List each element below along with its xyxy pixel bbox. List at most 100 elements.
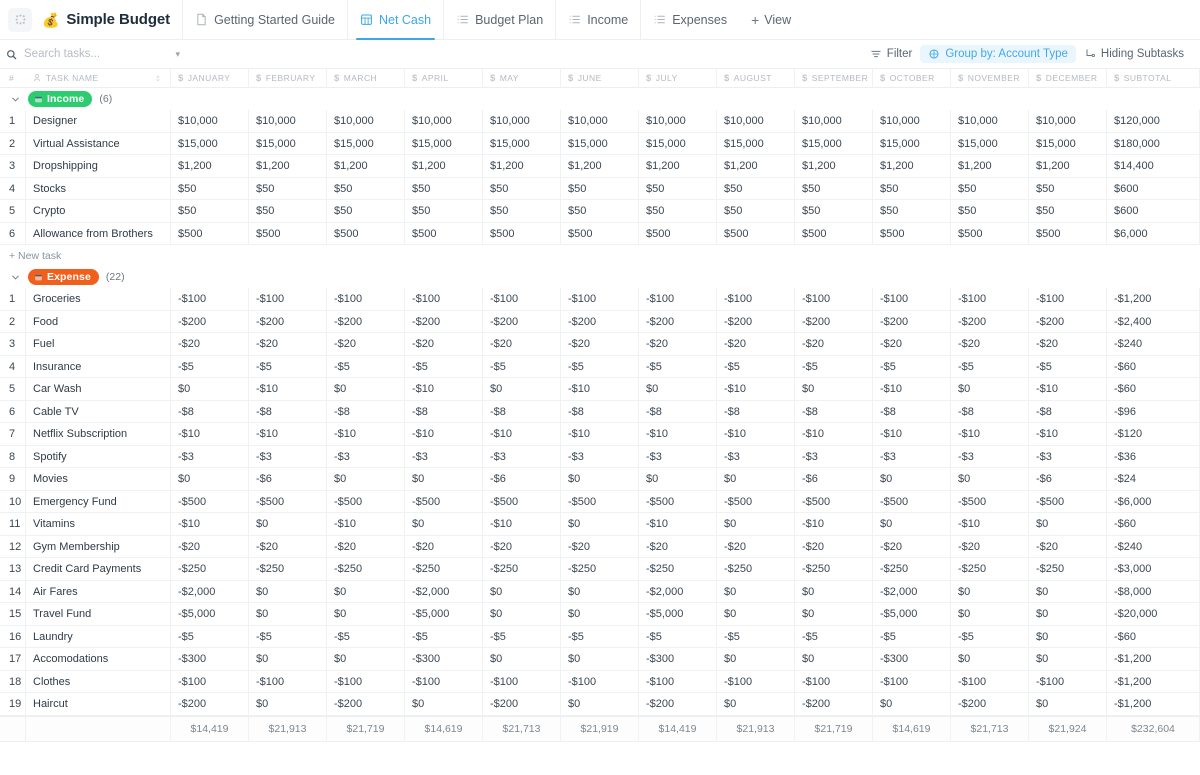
month-cell-april[interactable]: -$5,000 [405, 603, 483, 626]
month-cell-june[interactable]: -$3 [561, 445, 639, 468]
month-cell-may[interactable]: -$100 [483, 670, 561, 693]
month-cell-september[interactable]: -$200 [795, 310, 873, 333]
task-name-cell[interactable]: Stocks [25, 177, 171, 200]
month-cell-september[interactable]: -$6 [795, 468, 873, 491]
subtotal-cell[interactable]: -$120 [1107, 423, 1200, 446]
month-cell-may[interactable]: -$3 [483, 445, 561, 468]
month-cell-june[interactable]: $50 [561, 177, 639, 200]
month-cell-august[interactable]: $10,000 [717, 110, 795, 133]
month-cell-january[interactable]: -$500 [171, 490, 249, 513]
subtotal-cell[interactable]: $600 [1107, 177, 1200, 200]
total-july[interactable]: $14,419 [639, 716, 717, 742]
month-cell-june[interactable]: -$10 [561, 423, 639, 446]
month-cell-september[interactable]: -$5 [795, 355, 873, 378]
month-cell-october[interactable]: $1,200 [873, 155, 951, 178]
month-cell-may[interactable]: -$200 [483, 310, 561, 333]
task-name-cell[interactable]: Insurance [25, 355, 171, 378]
total-january[interactable]: $14,419 [171, 716, 249, 742]
table-row[interactable]: 1 Groceries -$100 -$100 -$100 -$100 -$100 -$100… [0, 288, 1200, 311]
month-cell-august[interactable]: -$100 [717, 670, 795, 693]
task-name-cell[interactable]: Virtual Assistance [25, 132, 171, 155]
month-cell-october[interactable]: $0 [873, 513, 951, 536]
task-name-cell[interactable]: Fuel [25, 333, 171, 356]
month-cell-may[interactable]: -$100 [483, 288, 561, 311]
month-cell-november[interactable]: -$500 [951, 490, 1029, 513]
month-cell-october[interactable]: -$20 [873, 535, 951, 558]
month-cell-november[interactable]: $10,000 [951, 110, 1029, 133]
column-header-december[interactable]: $ DECEMBER [1029, 68, 1107, 88]
total-august[interactable]: $21,913 [717, 716, 795, 742]
month-cell-july[interactable]: -$3 [639, 445, 717, 468]
month-cell-march[interactable]: -$8 [327, 400, 405, 423]
month-cell-july[interactable]: -$300 [639, 648, 717, 671]
month-cell-november[interactable]: -$20 [951, 333, 1029, 356]
hiding-subtasks-button[interactable]: Hiding Subtasks [1076, 45, 1192, 63]
month-cell-october[interactable]: -$10 [873, 423, 951, 446]
month-cell-march[interactable]: -$3 [327, 445, 405, 468]
month-cell-november[interactable]: $1,200 [951, 155, 1029, 178]
table-row[interactable]: 6 Allowance from Brothers $500 $500 $500 $500… [0, 222, 1200, 245]
total-december[interactable]: $21,924 [1029, 716, 1107, 742]
month-cell-july[interactable]: -$5 [639, 625, 717, 648]
task-name-cell[interactable]: Designer [25, 110, 171, 133]
month-cell-august[interactable]: -$200 [717, 310, 795, 333]
month-cell-november[interactable]: $0 [951, 648, 1029, 671]
month-cell-november[interactable]: -$100 [951, 670, 1029, 693]
table-row[interactable]: 7 Netflix Subscription -$10 -$10 -$10 -$10 -$1… [0, 423, 1200, 446]
add-view-button[interactable]: + View [739, 0, 803, 40]
month-cell-september[interactable]: $50 [795, 177, 873, 200]
month-cell-october[interactable]: -$250 [873, 558, 951, 581]
month-cell-january[interactable]: -$200 [171, 693, 249, 716]
month-cell-march[interactable]: $50 [327, 177, 405, 200]
month-cell-september[interactable]: -$5 [795, 625, 873, 648]
month-cell-may[interactable]: -$200 [483, 693, 561, 716]
task-name-cell[interactable]: Netflix Subscription [25, 423, 171, 446]
month-cell-september[interactable]: -$20 [795, 333, 873, 356]
month-cell-march[interactable]: -$100 [327, 288, 405, 311]
total-june[interactable]: $21,919 [561, 716, 639, 742]
task-name-cell[interactable]: Dropshipping [25, 155, 171, 178]
subtotal-cell[interactable]: $180,000 [1107, 132, 1200, 155]
month-cell-february[interactable]: -$5 [249, 625, 327, 648]
month-cell-june[interactable]: -$5 [561, 625, 639, 648]
month-cell-august[interactable]: -$250 [717, 558, 795, 581]
month-cell-may[interactable]: $50 [483, 177, 561, 200]
month-cell-march[interactable]: $0 [327, 648, 405, 671]
table-row[interactable]: 17 Accomodations -$300 $0 $0 -$300 $0 $0 -$300 $0… [0, 648, 1200, 671]
month-cell-september[interactable]: $10,000 [795, 110, 873, 133]
month-cell-august[interactable]: $50 [717, 177, 795, 200]
month-cell-april[interactable]: -$100 [405, 670, 483, 693]
month-cell-december[interactable]: -$20 [1029, 333, 1107, 356]
month-cell-march[interactable]: -$500 [327, 490, 405, 513]
month-cell-january[interactable]: -$200 [171, 310, 249, 333]
month-cell-july[interactable]: -$500 [639, 490, 717, 513]
column-header-february[interactable]: $ FEBRUARY [249, 68, 327, 88]
table-row[interactable]: 18 Clothes -$100 -$100 -$100 -$100 -$100 -$100-… [0, 670, 1200, 693]
month-cell-january[interactable]: $50 [171, 177, 249, 200]
table-row[interactable]: 19 Haircut -$200 $0 -$200 $0 -$200 $0 -$200 $0 -$2… [0, 693, 1200, 716]
month-cell-november[interactable]: -$10 [951, 513, 1029, 536]
column-header-november[interactable]: $ NOVEMBER [951, 68, 1029, 88]
month-cell-june[interactable]: -$100 [561, 670, 639, 693]
month-cell-may[interactable]: $10,000 [483, 110, 561, 133]
month-cell-august[interactable]: -$10 [717, 423, 795, 446]
month-cell-may[interactable]: -$20 [483, 333, 561, 356]
month-cell-october[interactable]: $50 [873, 177, 951, 200]
subtotal-cell[interactable]: -$24 [1107, 468, 1200, 491]
month-cell-october[interactable]: -$5,000 [873, 603, 951, 626]
task-name-cell[interactable]: Laundry [25, 625, 171, 648]
task-name-cell[interactable]: Groceries [25, 288, 171, 311]
month-cell-november[interactable]: $0 [951, 580, 1029, 603]
month-cell-march[interactable]: -$20 [327, 333, 405, 356]
month-cell-november[interactable]: -$20 [951, 535, 1029, 558]
month-cell-october[interactable]: $10,000 [873, 110, 951, 133]
month-cell-november[interactable]: -$5 [951, 355, 1029, 378]
month-cell-january[interactable]: -$5 [171, 625, 249, 648]
month-cell-may[interactable]: -$500 [483, 490, 561, 513]
month-cell-june[interactable]: -$20 [561, 535, 639, 558]
month-cell-april[interactable]: -$2,000 [405, 580, 483, 603]
column-header-june[interactable]: $ JUNE [561, 68, 639, 88]
subtotal-cell[interactable]: -$1,200 [1107, 670, 1200, 693]
task-name-cell[interactable]: Vitamins [25, 513, 171, 536]
task-name-cell[interactable]: Accomodations [25, 648, 171, 671]
